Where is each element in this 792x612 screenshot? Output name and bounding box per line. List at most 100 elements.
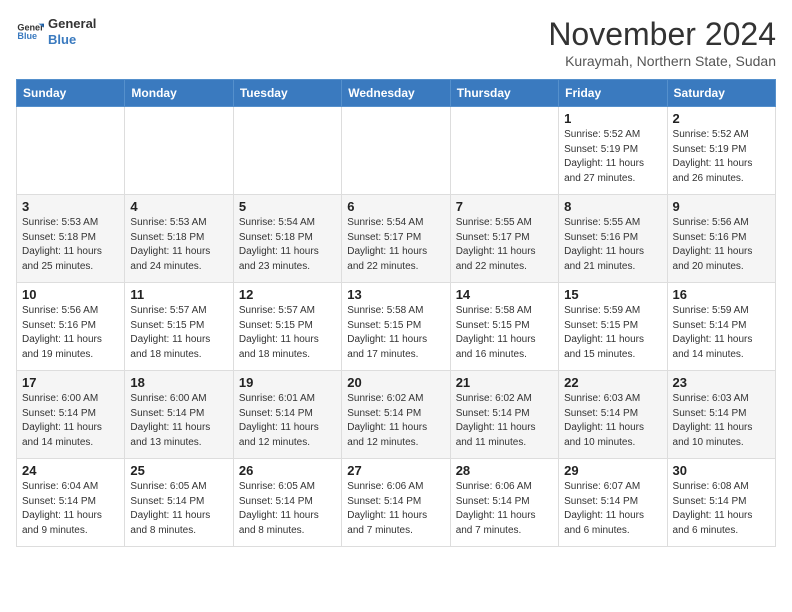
calendar-cell: 12 Sunrise: 5:57 AMSunset: 5:15 PMDayligh…: [233, 283, 341, 371]
calendar-cell: 29 Sunrise: 6:07 AMSunset: 5:14 PMDayligh…: [559, 459, 667, 547]
weekday-header-friday: Friday: [559, 80, 667, 107]
day-info: Sunrise: 5:55 AMSunset: 5:16 PMDaylight:…: [564, 216, 661, 274]
day-number: 26: [239, 463, 336, 478]
day-info: Sunrise: 6:06 AMSunset: 5:14 PMDaylight:…: [456, 480, 553, 538]
calendar-cell: 19 Sunrise: 6:01 AMSunset: 5:14 PMDayligh…: [233, 371, 341, 459]
day-info: Sunrise: 6:07 AMSunset: 5:14 PMDaylight:…: [564, 480, 661, 538]
day-number: 17: [22, 375, 119, 390]
weekday-header-sunday: Sunday: [17, 80, 125, 107]
week-row-4: 24Sunrise: 6:04 AMSunset: 5:14 PMDayligh…: [17, 459, 776, 547]
header: General Blue General Blue November 2024 …: [16, 16, 776, 69]
day-info: Sunrise: 6:03 AMSunset: 5:14 PMDaylight:…: [564, 392, 661, 450]
day-info: Sunrise: 5:52 AMSunset: 5:19 PMDaylight:…: [673, 128, 770, 186]
weekday-header-monday: Monday: [125, 80, 233, 107]
day-number: 29: [564, 463, 661, 478]
calendar-cell: 1 Sunrise: 5:52 AMSunset: 5:19 PMDaylight…: [559, 107, 667, 195]
day-info: Sunrise: 5:58 AMSunset: 5:15 PMDaylight:…: [347, 304, 444, 362]
day-info: Sunrise: 5:59 AMSunset: 5:15 PMDaylight:…: [564, 304, 661, 362]
day-number: 22: [564, 375, 661, 390]
day-number: 23: [673, 375, 770, 390]
calendar-cell: 5 Sunrise: 5:54 AMSunset: 5:18 PMDaylight…: [233, 195, 341, 283]
weekday-header-row: SundayMondayTuesdayWednesdayThursdayFrid…: [17, 80, 776, 107]
day-info: Sunrise: 5:55 AMSunset: 5:17 PMDaylight:…: [456, 216, 553, 274]
calendar-cell: 17 Sunrise: 6:00 AMSunset: 5:14 PMDayligh…: [17, 371, 125, 459]
calendar-cell: 4 Sunrise: 5:53 AMSunset: 5:18 PMDaylight…: [125, 195, 233, 283]
day-number: 30: [673, 463, 770, 478]
day-info: Sunrise: 5:52 AMSunset: 5:19 PMDaylight:…: [564, 128, 661, 186]
calendar-cell: 10 Sunrise: 5:56 AMSunset: 5:16 PMDayligh…: [17, 283, 125, 371]
day-number: 2: [673, 111, 770, 126]
day-info: Sunrise: 5:57 AMSunset: 5:15 PMDaylight:…: [239, 304, 336, 362]
calendar-cell: [342, 107, 450, 195]
week-row-3: 17 Sunrise: 6:00 AMSunset: 5:14 PMDayligh…: [17, 371, 776, 459]
day-info: Sunrise: 5:57 AMSunset: 5:15 PMDaylight:…: [130, 304, 227, 362]
day-number: 1: [564, 111, 661, 126]
day-info: Sunrise: 5:54 AMSunset: 5:18 PMDaylight:…: [239, 216, 336, 274]
day-info: Sunrise: 6:05 AMSunset: 5:14 PMDaylight:…: [239, 480, 336, 538]
day-number: 28: [456, 463, 553, 478]
svg-text:Blue: Blue: [17, 31, 37, 41]
calendar-cell: 9 Sunrise: 5:56 AMSunset: 5:16 PMDaylight…: [667, 195, 775, 283]
day-info: Sunrise: 5:54 AMSunset: 5:17 PMDaylight:…: [347, 216, 444, 274]
logo-text: General Blue: [48, 16, 96, 47]
calendar-cell: [233, 107, 341, 195]
day-info: Sunrise: 6:02 AMSunset: 5:14 PMDaylight:…: [456, 392, 553, 450]
day-number: 11: [130, 287, 227, 302]
calendar-cell: 11 Sunrise: 5:57 AMSunset: 5:15 PMDayligh…: [125, 283, 233, 371]
logo-line2: Blue: [48, 32, 96, 48]
day-info: Sunrise: 6:00 AMSunset: 5:14 PMDaylight:…: [130, 392, 227, 450]
day-info: Sunrise: 5:56 AMSunset: 5:16 PMDaylight:…: [673, 216, 770, 274]
weekday-header-saturday: Saturday: [667, 80, 775, 107]
day-number: 25: [130, 463, 227, 478]
day-info: Sunrise: 5:53 AMSunset: 5:18 PMDaylight:…: [130, 216, 227, 274]
calendar-cell: [450, 107, 558, 195]
day-number: 27: [347, 463, 444, 478]
calendar-cell: 23 Sunrise: 6:03 AMSunset: 5:14 PMDayligh…: [667, 371, 775, 459]
day-number: 8: [564, 199, 661, 214]
day-number: 15: [564, 287, 661, 302]
day-number: 10: [22, 287, 119, 302]
day-number: 7: [456, 199, 553, 214]
logo-line1: General: [48, 16, 96, 32]
day-number: 9: [673, 199, 770, 214]
day-info: Sunrise: 6:03 AMSunset: 5:14 PMDaylight:…: [673, 392, 770, 450]
day-number: 12: [239, 287, 336, 302]
day-info: Sunrise: 6:08 AMSunset: 5:14 PMDaylight:…: [673, 480, 770, 538]
day-info: Sunrise: 6:05 AMSunset: 5:14 PMDaylight:…: [130, 480, 227, 538]
calendar-cell: 28 Sunrise: 6:06 AMSunset: 5:14 PMDayligh…: [450, 459, 558, 547]
day-info: Sunrise: 5:59 AMSunset: 5:14 PMDaylight:…: [673, 304, 770, 362]
calendar-cell: 13 Sunrise: 5:58 AMSunset: 5:15 PMDayligh…: [342, 283, 450, 371]
day-info: Sunrise: 5:58 AMSunset: 5:15 PMDaylight:…: [456, 304, 553, 362]
day-info: Sunrise: 5:53 AMSunset: 5:18 PMDaylight:…: [22, 216, 119, 274]
calendar-cell: 8 Sunrise: 5:55 AMSunset: 5:16 PMDaylight…: [559, 195, 667, 283]
day-info: Sunrise: 6:01 AMSunset: 5:14 PMDaylight:…: [239, 392, 336, 450]
calendar-cell: 18Sunrise: 6:00 AMSunset: 5:14 PMDayligh…: [125, 371, 233, 459]
day-number: 21: [456, 375, 553, 390]
calendar-cell: 30 Sunrise: 6:08 AMSunset: 5:14 PMDayligh…: [667, 459, 775, 547]
day-number: 16: [673, 287, 770, 302]
day-info: Sunrise: 6:04 AMSunset: 5:14 PMDaylight:…: [22, 480, 119, 538]
day-number: 20: [347, 375, 444, 390]
week-row-2: 10 Sunrise: 5:56 AMSunset: 5:16 PMDayligh…: [17, 283, 776, 371]
calendar-cell: 27Sunrise: 6:06 AMSunset: 5:14 PMDayligh…: [342, 459, 450, 547]
calendar-cell: 24Sunrise: 6:04 AMSunset: 5:14 PMDayligh…: [17, 459, 125, 547]
day-number: 4: [130, 199, 227, 214]
weekday-header-wednesday: Wednesday: [342, 80, 450, 107]
day-number: 13: [347, 287, 444, 302]
day-info: Sunrise: 5:56 AMSunset: 5:16 PMDaylight:…: [22, 304, 119, 362]
weekday-header-thursday: Thursday: [450, 80, 558, 107]
calendar-cell: 15 Sunrise: 5:59 AMSunset: 5:15 PMDayligh…: [559, 283, 667, 371]
day-info: Sunrise: 6:00 AMSunset: 5:14 PMDaylight:…: [22, 392, 119, 450]
day-number: 14: [456, 287, 553, 302]
day-number: 5: [239, 199, 336, 214]
logo: General Blue General Blue: [16, 16, 96, 47]
calendar-cell: 21 Sunrise: 6:02 AMSunset: 5:14 PMDayligh…: [450, 371, 558, 459]
week-row-1: 3Sunrise: 5:53 AMSunset: 5:18 PMDaylight…: [17, 195, 776, 283]
calendar-cell: [125, 107, 233, 195]
calendar-table: SundayMondayTuesdayWednesdayThursdayFrid…: [16, 79, 776, 547]
title-section: November 2024 Kuraymah, Northern State, …: [548, 16, 776, 69]
calendar-cell: 20 Sunrise: 6:02 AMSunset: 5:14 PMDayligh…: [342, 371, 450, 459]
day-number: 19: [239, 375, 336, 390]
day-info: Sunrise: 6:02 AMSunset: 5:14 PMDaylight:…: [347, 392, 444, 450]
calendar-cell: 2 Sunrise: 5:52 AMSunset: 5:19 PMDaylight…: [667, 107, 775, 195]
